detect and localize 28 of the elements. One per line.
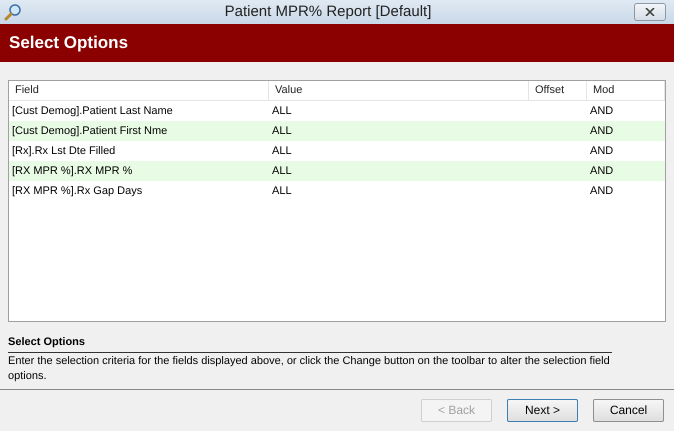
table-cell-text: [RX MPR %].RX MPR % bbox=[12, 164, 132, 179]
help-text: Enter the selection criteria for the fields displayed above, or click the Change button on the toolbar to alter the selection field options. bbox=[8, 354, 611, 384]
table-cell-text: AND bbox=[590, 164, 614, 179]
table-cell-text: ALL bbox=[272, 144, 292, 159]
table-cell-text: ALL bbox=[272, 124, 292, 139]
close-icon bbox=[645, 8, 655, 16]
magnifier-icon bbox=[4, 3, 22, 21]
window-title: Patient MPR% Report [Default] bbox=[224, 2, 432, 22]
wizard-button[interactable]: Cancel bbox=[593, 398, 664, 422]
column-header[interactable]: Field bbox=[9, 81, 269, 100]
column-header[interactable]: Mod bbox=[587, 81, 665, 100]
table-cell-text: AND bbox=[590, 184, 614, 199]
table-cell-text: [Cust Demog].Patient First Nme bbox=[12, 124, 168, 139]
help-title: Select Options bbox=[8, 334, 612, 352]
table-cell-text: ALL bbox=[272, 104, 292, 119]
table-cell-text: AND bbox=[590, 144, 614, 159]
table-cell-text: ALL bbox=[272, 184, 292, 199]
table-cell-text: AND bbox=[590, 124, 614, 139]
table-cell-text: ALL bbox=[272, 164, 292, 179]
table-cell-text: [Cust Demog].Patient Last Name bbox=[12, 104, 173, 119]
close-button[interactable] bbox=[634, 3, 666, 21]
column-header[interactable]: Value bbox=[269, 81, 529, 100]
table-cell-text: [Rx].Rx Lst Dte Filled bbox=[12, 144, 116, 159]
table-cell-text: [RX MPR %].Rx Gap Days bbox=[12, 184, 142, 199]
column-header[interactable]: Offset bbox=[529, 81, 587, 100]
table-cell-text: AND bbox=[590, 104, 614, 119]
wizard-button[interactable]: Next > bbox=[507, 398, 578, 422]
header-title: Select Options bbox=[9, 32, 128, 54]
